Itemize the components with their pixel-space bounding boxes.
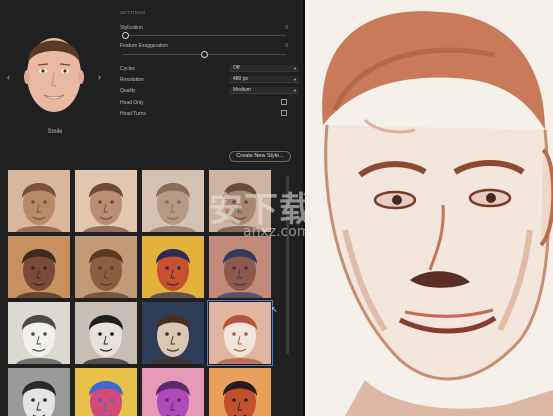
style-tile-charcoal-portrait[interactable] bbox=[75, 302, 137, 364]
preview-panel: ‹ › Smile bbox=[0, 0, 110, 150]
previous-arrow-icon[interactable]: ‹ bbox=[7, 72, 10, 82]
resolution-select[interactable]: 480 px ▾ bbox=[230, 76, 298, 83]
style-thumbnail-image bbox=[209, 368, 271, 416]
chevron-down-icon: ▾ bbox=[293, 66, 296, 71]
style-tile-ink-sketch-selected[interactable] bbox=[207, 300, 273, 366]
style-thumbnail-image bbox=[75, 236, 137, 298]
resolution-row: Resolution 480 px ▾ bbox=[120, 76, 298, 84]
style-tile-colorful-face[interactable] bbox=[75, 368, 137, 416]
cycles-label: Cycles bbox=[120, 66, 136, 72]
style-tile-wood-carving[interactable] bbox=[75, 236, 137, 298]
style-thumbnail-image bbox=[142, 302, 204, 364]
style-tile-red-face[interactable] bbox=[209, 368, 271, 416]
app-window: ‹ › Smile SETTINGS Stylization 0 Feature… bbox=[0, 0, 553, 416]
cycles-select[interactable]: Off ▾ bbox=[230, 65, 298, 72]
style-thumbnail-image bbox=[8, 368, 70, 416]
stylization-slider[interactable] bbox=[122, 32, 286, 39]
head-only-label: Head Only bbox=[120, 100, 144, 106]
style-tile-mask-painting[interactable] bbox=[8, 236, 70, 298]
cycles-select-value: Off bbox=[233, 65, 240, 71]
feature-exaggeration-label: Feature Exaggeration bbox=[120, 43, 169, 49]
stylization-slider-thumb[interactable] bbox=[122, 32, 129, 39]
face-preview-image bbox=[22, 25, 86, 125]
head-turns-row: Head Turns bbox=[120, 110, 288, 118]
quality-select-value: Medium bbox=[233, 87, 251, 93]
settings-panel: SETTINGS Stylization 0 Feature Exaggerat… bbox=[110, 0, 298, 150]
style-thumbnail-image bbox=[8, 170, 70, 232]
head-turns-label: Head Turns bbox=[120, 111, 146, 117]
feature-exaggeration-value: 0 bbox=[285, 43, 288, 49]
chevron-down-icon: ▾ bbox=[293, 77, 296, 82]
head-only-checkbox[interactable] bbox=[281, 99, 287, 105]
style-thumbnail-image bbox=[8, 236, 70, 298]
resolution-select-value: 480 px bbox=[233, 76, 249, 82]
style-tile-bw-portrait[interactable] bbox=[8, 368, 70, 416]
cycles-row: Cycles Off ▾ bbox=[120, 65, 298, 73]
quality-row: Quality Medium ▾ bbox=[120, 87, 298, 95]
watermark: 安下载 anxz.com bbox=[165, 180, 395, 250]
style-thumbnail-image bbox=[75, 302, 137, 364]
style-thumbnail-image bbox=[142, 368, 204, 416]
create-new-style-button[interactable]: Create New Style... bbox=[229, 151, 291, 162]
settings-title: SETTINGS bbox=[120, 10, 146, 15]
preset-name-label: Smile bbox=[47, 129, 63, 135]
style-thumbnail-image bbox=[75, 170, 137, 232]
style-thumbnail-image bbox=[75, 368, 137, 416]
style-tile-clay-sculpture-1[interactable] bbox=[8, 170, 70, 232]
style-thumbnail-image bbox=[209, 302, 271, 364]
style-tile-realistic-portrait[interactable] bbox=[142, 302, 204, 364]
quality-select[interactable]: Medium ▾ bbox=[230, 87, 298, 94]
quality-label: Quality bbox=[120, 88, 136, 94]
style-thumbnail-image bbox=[8, 302, 70, 364]
chevron-down-icon: ▾ bbox=[293, 88, 296, 93]
style-tile-pencil-sketch[interactable] bbox=[8, 302, 70, 364]
stylization-label: Stylization bbox=[120, 25, 143, 31]
head-turns-checkbox[interactable] bbox=[281, 110, 287, 116]
head-only-row: Head Only bbox=[120, 99, 288, 107]
watermark-subtext: anxz.com bbox=[243, 224, 311, 240]
stylization-value: 0 bbox=[285, 25, 288, 31]
style-tile-purple-face[interactable] bbox=[142, 368, 204, 416]
feature-exaggeration-slider[interactable] bbox=[123, 51, 286, 58]
feature-exaggeration-slider-thumb[interactable] bbox=[201, 51, 208, 58]
mouse-cursor-icon: ↖ bbox=[271, 305, 278, 314]
next-arrow-icon[interactable]: › bbox=[98, 72, 101, 82]
style-tile-clay-sculpture-2[interactable] bbox=[75, 170, 137, 232]
resolution-label: Resolution bbox=[120, 77, 144, 83]
